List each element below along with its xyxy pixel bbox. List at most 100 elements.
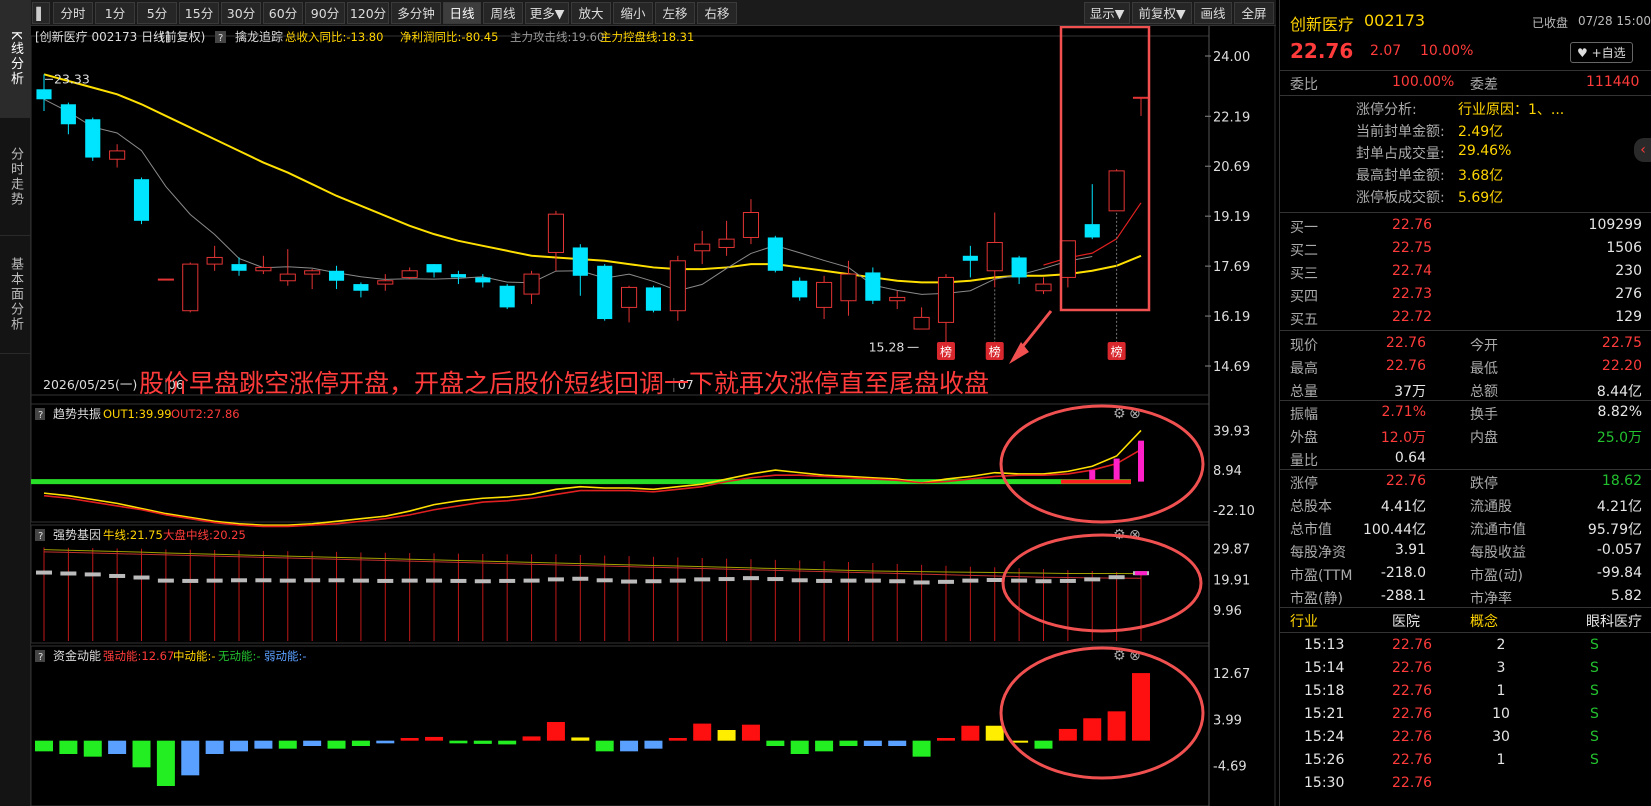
candle-body bbox=[523, 273, 540, 295]
limit-row: 最高封单金额: 3.68亿 bbox=[1280, 162, 1651, 186]
stat-value: 18.62 bbox=[1601, 473, 1642, 489]
tick-time: 15:26 bbox=[1304, 752, 1345, 768]
stat-label: 流通股 bbox=[1470, 499, 1512, 515]
stat-value: 22.20 bbox=[1601, 358, 1642, 374]
period-button-15[interactable]: 右移 bbox=[697, 2, 737, 24]
ind1-y-tick: 39.93 bbox=[1213, 424, 1250, 439]
toolbar-caret-icon[interactable]: ▌ bbox=[32, 2, 50, 24]
ind3-bar bbox=[888, 740, 907, 746]
stat-row: 每股净资 3.91 每股收益 -0.057 bbox=[1280, 539, 1651, 563]
stat-label: 流通市值 bbox=[1470, 522, 1526, 538]
chart-svg[interactable]: 24.00 22.19 20.69 19.19 17.69 16.19 14.69 [创新医疗… bbox=[30, 25, 1276, 806]
period-button-7[interactable]: 120分 bbox=[347, 2, 389, 24]
period-button-9[interactable]: 日线 bbox=[443, 2, 481, 24]
period-button-11[interactable]: 更多▼ bbox=[525, 2, 569, 24]
ind2-grey-mark bbox=[157, 578, 174, 583]
ind2-grey-mark bbox=[742, 576, 759, 581]
stat-value: 4.41亿 bbox=[1380, 499, 1426, 515]
period-button-5[interactable]: 60分 bbox=[263, 2, 303, 24]
ind2-grey-mark bbox=[840, 578, 857, 583]
candle-body bbox=[645, 287, 662, 311]
stat-value: 95.79亿 bbox=[1587, 522, 1642, 538]
limit-value: 29.46% bbox=[1458, 143, 1512, 159]
ind2-grey-mark bbox=[767, 577, 784, 582]
stat-row: 振幅 2.71% 换手 8.82% bbox=[1280, 401, 1651, 425]
ind2-grey-mark bbox=[133, 575, 150, 580]
ind2-grey-mark bbox=[718, 577, 735, 582]
ind1-bar bbox=[1138, 440, 1144, 482]
buy-price: 22.75 bbox=[1392, 240, 1433, 256]
period-button-8[interactable]: 多分钟 bbox=[391, 2, 441, 24]
industry-value: 医院 bbox=[1392, 614, 1420, 630]
ind3-bar bbox=[205, 740, 224, 754]
stock-name: 创新医疗 bbox=[1290, 15, 1355, 34]
stat-label: 跌停 bbox=[1470, 476, 1498, 492]
bang-tag-text: 榜 bbox=[940, 344, 952, 359]
stat-label: 总市值 bbox=[1290, 522, 1332, 538]
limit-row[interactable]: 涨停分析: 行业原因：1、... bbox=[1280, 96, 1651, 120]
stat-row: 市盈(静) -288.1 市净率 5.82 bbox=[1280, 585, 1651, 609]
stat-label: 总额 bbox=[1470, 384, 1498, 400]
ind3-bar bbox=[668, 738, 687, 741]
tick-row: 15:14 22.76 3 S bbox=[1280, 657, 1651, 681]
toolbar-right-button-1[interactable]: 前复权▼ bbox=[1132, 2, 1192, 24]
period-button-1[interactable]: 1分 bbox=[95, 2, 135, 24]
tick-row: 15:30 22.76 bbox=[1280, 772, 1651, 796]
ind3-bar bbox=[961, 725, 980, 741]
ind2-grey-mark bbox=[109, 573, 126, 578]
panel-frame-2 bbox=[30, 524, 1210, 644]
collapse-arrow-icon[interactable]: ‹ bbox=[1634, 138, 1651, 162]
ind3-bar bbox=[1058, 728, 1077, 741]
period-button-10[interactable]: 周线 bbox=[483, 2, 523, 24]
ind3-bar bbox=[595, 740, 614, 752]
stat-row: 现价 22.76 今开 22.75 bbox=[1280, 332, 1651, 356]
period-button-3[interactable]: 15分 bbox=[179, 2, 219, 24]
toolbar-right-button-0[interactable]: 显示▼ bbox=[1084, 2, 1130, 24]
period-button-14[interactable]: 左移 bbox=[655, 2, 695, 24]
toolbar-right-button-2[interactable]: 画线 bbox=[1194, 2, 1232, 24]
ind3-help-text: ? bbox=[38, 652, 43, 663]
limit-value: 3.68亿 bbox=[1458, 168, 1504, 184]
ind3-bar bbox=[912, 740, 931, 757]
weicha-label: 委差 bbox=[1470, 77, 1498, 93]
ind1-y-tick: 8.94 bbox=[1213, 464, 1242, 479]
side-tab-2[interactable]: 基本面分析 bbox=[0, 236, 31, 354]
candle-body bbox=[279, 273, 296, 282]
toolbar-right-button-3[interactable]: 全屏 bbox=[1234, 2, 1274, 24]
ind2-grey-mark bbox=[1084, 577, 1101, 582]
period-button-13[interactable]: 缩小 bbox=[613, 2, 653, 24]
stat-value: 12.0万 bbox=[1380, 430, 1426, 446]
period-button-0[interactable]: 分时 bbox=[53, 2, 93, 24]
side-tab-0[interactable]: K线分析 bbox=[0, 0, 31, 118]
stat-row: 总股本 4.41亿 流通股 4.21亿 bbox=[1280, 493, 1651, 517]
ind2-y-tick: 9.96 bbox=[1213, 604, 1242, 619]
stat-label: 现价 bbox=[1290, 338, 1318, 354]
bang-tag-text: 榜 bbox=[989, 344, 1001, 359]
period-button-6[interactable]: 90分 bbox=[305, 2, 345, 24]
ind3-bar bbox=[1034, 740, 1053, 749]
ind3-bar bbox=[400, 738, 419, 741]
tick-volume: 10 bbox=[1492, 706, 1510, 722]
candle-body bbox=[767, 237, 783, 271]
period-button-12[interactable]: 放大 bbox=[571, 2, 611, 24]
candle-body bbox=[450, 274, 466, 278]
candle-body bbox=[499, 285, 515, 308]
stat-label: 内盘 bbox=[1470, 430, 1498, 446]
tick-price: 22.76 bbox=[1392, 752, 1433, 768]
side-tab-1[interactable]: 分时走势 bbox=[0, 118, 31, 236]
period-button-2[interactable]: 5分 bbox=[137, 2, 177, 24]
period-button-4[interactable]: 30分 bbox=[221, 2, 261, 24]
ind3-bar bbox=[132, 740, 151, 768]
ind3-bar bbox=[376, 740, 395, 744]
ind2-grey-mark bbox=[1035, 579, 1052, 584]
ind1-help-text: ? bbox=[38, 410, 43, 421]
limit-value: 5.69亿 bbox=[1458, 190, 1504, 206]
stat-value: 2.71% bbox=[1381, 404, 1426, 420]
candle-body bbox=[621, 286, 638, 308]
add-watchlist-button[interactable]: ♥ +自选 bbox=[1570, 42, 1633, 63]
industry-concept-row[interactable]: 行业 医院 概念 眼科医疗 bbox=[1280, 608, 1651, 632]
chart-title: [创新医疗 002173 日线] bbox=[35, 29, 170, 44]
bang-tag-text: 榜 bbox=[1111, 344, 1123, 359]
ind3-bar bbox=[181, 740, 200, 776]
stat-value: 100.44亿 bbox=[1363, 522, 1426, 538]
